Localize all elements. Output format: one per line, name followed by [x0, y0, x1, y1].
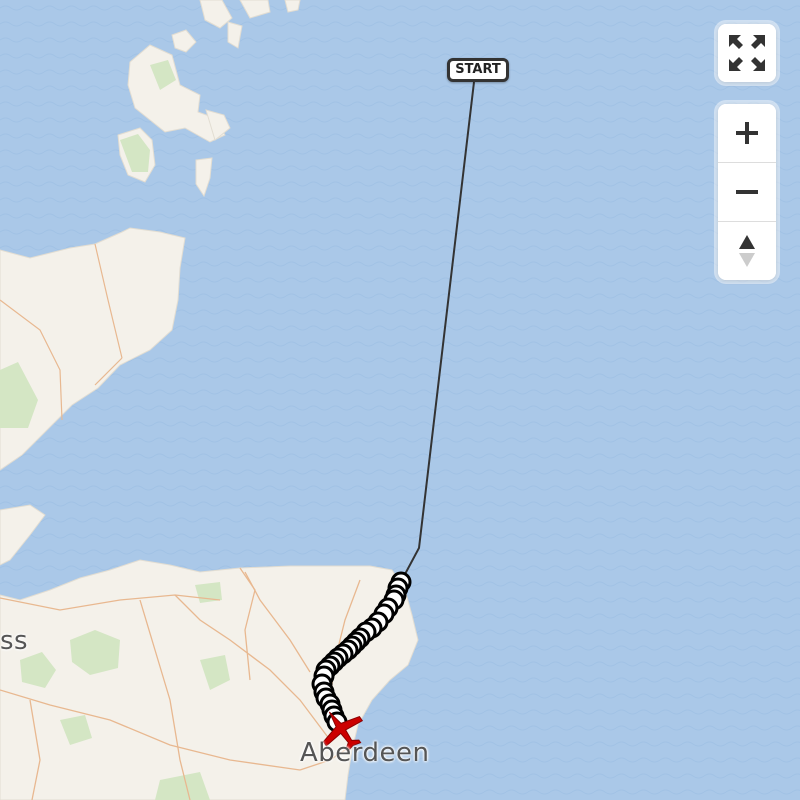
minus-icon [736, 190, 758, 194]
compass-icon [739, 235, 755, 267]
fullscreen-icon [729, 35, 765, 71]
zoom-out-button[interactable] [718, 162, 776, 221]
city-label-inverness: ss [0, 626, 29, 656]
plus-icon [736, 122, 758, 144]
track-start-label: START [447, 58, 509, 82]
zoom-control [718, 104, 776, 280]
map-canvas[interactable] [0, 0, 800, 800]
fullscreen-control [718, 24, 776, 82]
city-label-aberdeen: Aberdeen [300, 738, 430, 768]
fullscreen-button[interactable] [718, 24, 776, 82]
compass-button[interactable] [718, 221, 776, 280]
zoom-in-button[interactable] [718, 104, 776, 162]
